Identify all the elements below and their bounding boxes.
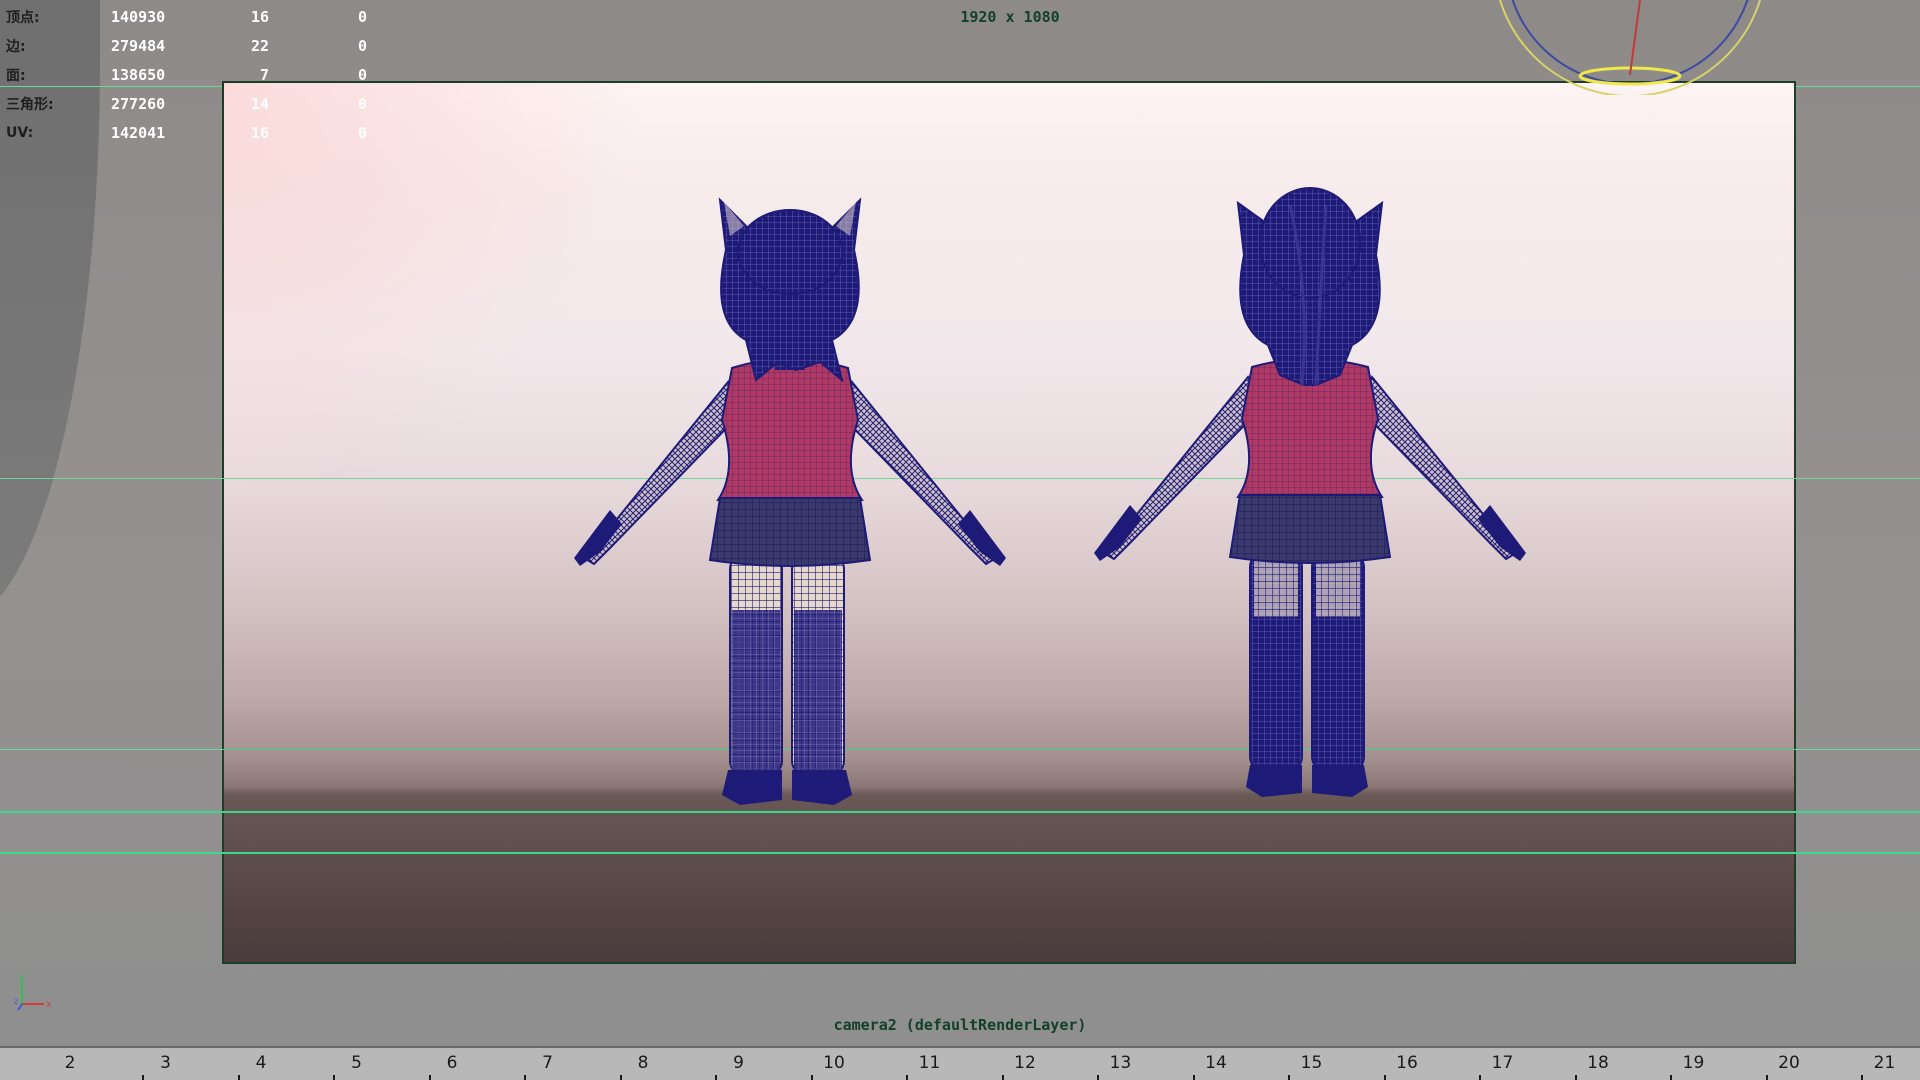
timeline-tick-mark bbox=[333, 1075, 335, 1080]
timeline-tick-label[interactable]: 19 bbox=[1683, 1053, 1705, 1073]
hud-value: 0 bbox=[357, 123, 367, 142]
hud-value: 0 bbox=[357, 7, 367, 26]
heads-up-display: 顶点: 140930 16 0 边: 279484 22 0 面: 138650… bbox=[6, 2, 367, 147]
timeline-tick-label[interactable]: 12 bbox=[1014, 1053, 1036, 1073]
hud-row-edges: 边: 279484 22 0 bbox=[6, 31, 367, 60]
timeline-tick-label[interactable]: 2 bbox=[65, 1053, 76, 1073]
hud-value: 279484 bbox=[111, 36, 166, 55]
time-slider[interactable]: 2 3 4 5 6 7 8 9 10 11 12 13 14 15 16 17 18 19 20 21 bbox=[0, 1046, 1920, 1080]
timeline-tick-label[interactable]: 9 bbox=[733, 1053, 744, 1073]
timeline-tick-label[interactable]: 4 bbox=[256, 1053, 267, 1073]
hud-row-triangles: 三角形: 277260 14 0 bbox=[6, 89, 367, 118]
axis-z-label: z bbox=[14, 997, 18, 1006]
resolution-label: 1920 x 1080 bbox=[960, 8, 1060, 26]
hud-value: 0 bbox=[357, 65, 367, 84]
hud-label: UV: bbox=[6, 124, 34, 141]
timeline-tick-label[interactable]: 16 bbox=[1396, 1053, 1418, 1073]
character-back-model[interactable] bbox=[1090, 175, 1530, 855]
timeline-tick-mark bbox=[1288, 1075, 1290, 1080]
hud-value: 14 bbox=[250, 94, 269, 113]
hud-value: 16 bbox=[250, 123, 269, 142]
hud-row-vertices: 顶点: 140930 16 0 bbox=[6, 2, 367, 31]
timeline-tick-label[interactable]: 3 bbox=[160, 1053, 171, 1073]
timeline-tick-mark bbox=[1192, 1075, 1195, 1080]
hud-value: 22 bbox=[250, 36, 269, 55]
hud-value: 16 bbox=[250, 7, 269, 26]
timeline-tick-mark bbox=[1765, 1075, 1768, 1080]
timeline-tick-label[interactable]: 13 bbox=[1110, 1053, 1132, 1073]
timeline-tick-label[interactable]: 20 bbox=[1778, 1053, 1800, 1073]
timeline-tick-label[interactable]: 7 bbox=[542, 1053, 553, 1073]
timeline-tick-label[interactable]: 5 bbox=[351, 1053, 362, 1073]
hud-value: 140930 bbox=[111, 7, 166, 26]
hud-row-uvs: UV: 142041 16 0 bbox=[6, 118, 367, 147]
character-front-model[interactable] bbox=[570, 180, 1010, 860]
timeline-tick-mark bbox=[619, 1075, 622, 1080]
timeline-tick-mark bbox=[1574, 1075, 1577, 1080]
timeline-tick-mark bbox=[524, 1075, 526, 1080]
timeline-tick-mark bbox=[142, 1075, 144, 1080]
hud-value: 138650 bbox=[111, 65, 166, 84]
timeline-tick-mark bbox=[1001, 1075, 1004, 1080]
timeline-tick-mark bbox=[810, 1075, 813, 1080]
timeline-tick-label[interactable]: 17 bbox=[1492, 1053, 1514, 1073]
timeline-tick-mark bbox=[237, 1075, 240, 1080]
timeline-tick-label[interactable]: 18 bbox=[1587, 1053, 1609, 1073]
timeline-tick-label[interactable]: 6 bbox=[447, 1053, 458, 1073]
hud-value: 0 bbox=[357, 36, 367, 55]
camera-name-label: camera2 (defaultRenderLayer) bbox=[833, 1016, 1087, 1034]
timeline-tick-mark bbox=[428, 1075, 431, 1080]
hud-row-faces: 面: 138650 7 0 bbox=[6, 60, 367, 89]
timeline-tick-mark bbox=[1861, 1075, 1863, 1080]
timeline-tick-label[interactable]: 8 bbox=[638, 1053, 649, 1073]
hud-value: 142041 bbox=[111, 123, 166, 142]
timeline-tick-label[interactable]: 14 bbox=[1205, 1053, 1227, 1073]
hud-value: 277260 bbox=[111, 94, 166, 113]
hud-label: 顶点: bbox=[6, 9, 40, 26]
hud-label: 三角形: bbox=[6, 96, 54, 113]
timeline-tick-label[interactable]: 10 bbox=[823, 1053, 845, 1073]
timeline-tick-mark bbox=[1383, 1075, 1386, 1080]
timeline-tick-mark bbox=[715, 1075, 717, 1080]
timeline-tick-mark bbox=[906, 1075, 908, 1080]
hud-label: 边: bbox=[6, 38, 26, 55]
timeline-tick-mark bbox=[1670, 1075, 1672, 1080]
view-cube-gizmo-icon[interactable] bbox=[1480, 0, 1780, 95]
axis-y-label: y bbox=[19, 974, 25, 983]
timeline-tick-mark bbox=[1479, 1075, 1481, 1080]
3d-viewport[interactable]: 顶点: 140930 16 0 边: 279484 22 0 面: 138650… bbox=[0, 0, 1920, 1046]
timeline-tick-mark bbox=[1097, 1075, 1099, 1080]
hud-label: 面: bbox=[6, 67, 26, 84]
axis-x-label: x bbox=[46, 1000, 52, 1010]
timeline-tick-label[interactable]: 11 bbox=[919, 1053, 941, 1073]
hud-value: 0 bbox=[357, 94, 367, 113]
axis-indicator-icon: y x z bbox=[14, 974, 52, 1011]
timeline-tick-label[interactable]: 21 bbox=[1874, 1053, 1896, 1073]
hud-value: 7 bbox=[259, 65, 269, 84]
timeline-tick-label[interactable]: 15 bbox=[1301, 1053, 1323, 1073]
